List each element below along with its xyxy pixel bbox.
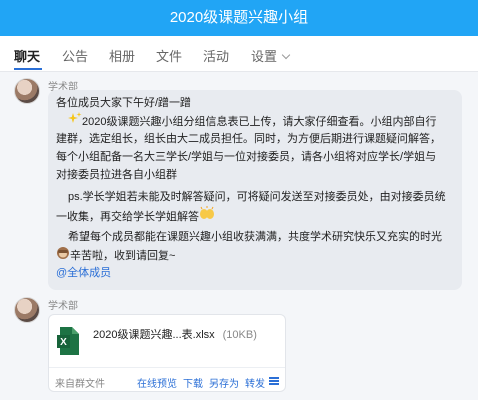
chevron-down-icon bbox=[281, 50, 291, 60]
message-line-with-icon: 2020级课题兴趣小组分组信息表已上传，请大家仔细查看。小组内部自行 bbox=[68, 112, 436, 131]
message-line: ps.学长学姐若未能及时解答疑问，可将疑问发送至对接委员处，由对接委员统 bbox=[68, 191, 446, 203]
tab-bar: 聊天 公告 相册 文件 活动 设置 bbox=[0, 36, 478, 72]
message-line: 2020级课题兴趣小组分组信息表已上传，请大家仔细查看。小组内部自行 bbox=[82, 116, 437, 128]
file-size: (10KB) bbox=[222, 329, 257, 341]
file-name-row: 2020级课题兴趣...表.xlsx (10KB) bbox=[93, 326, 257, 342]
mention-line: @全体成员 bbox=[56, 264, 111, 282]
raised-hands-icon bbox=[199, 206, 215, 226]
message-line: 建群，选定组长，组长由大二成员担任。同时，为方便后期进行课题疑问解答， bbox=[56, 133, 441, 145]
file-card[interactable]: X 2020级课题兴趣...表.xlsx (10KB) 来自群文件 在线预览 下载… bbox=[48, 314, 286, 392]
forward-button[interactable]: 转发 bbox=[245, 375, 265, 390]
message-line: 每个小组配备一名大三学长/学姐与一位对接委员，请各小组将对应学长/学姐与 bbox=[56, 151, 437, 163]
message-line: 希望每个成员都能在课题兴趣小组收获满满，共度学术研究快乐又充实的时光 bbox=[68, 231, 442, 243]
avatar[interactable] bbox=[14, 78, 40, 104]
sparkles-icon bbox=[68, 112, 82, 131]
tab-settings-label: 设置 bbox=[251, 49, 278, 64]
save-as-button[interactable]: 另存为 bbox=[209, 375, 239, 390]
tab-chat[interactable]: 聊天 bbox=[14, 46, 40, 65]
active-tab-indicator bbox=[14, 68, 42, 70]
see-no-evil-monkey-icon bbox=[56, 246, 70, 265]
download-button[interactable]: 下载 bbox=[183, 375, 203, 390]
excel-file-icon: X bbox=[57, 327, 79, 355]
mention-all-link[interactable]: @全体成员 bbox=[56, 267, 111, 279]
tab-announcement[interactable]: 公告 bbox=[62, 46, 88, 65]
message-line-with-icon: 辛苦啦，收到请回复~ bbox=[56, 246, 175, 265]
message-line-with-icon: 一收集，再交给学长学姐解答 bbox=[56, 206, 215, 226]
avatar[interactable] bbox=[14, 297, 40, 323]
tab-settings[interactable]: 设置 bbox=[251, 46, 291, 65]
message-line: 一收集，再交给学长学姐解答 bbox=[56, 211, 199, 223]
file-name[interactable]: 2020级课题兴趣...表.xlsx bbox=[93, 329, 215, 341]
message-line: 各位成员大家下午好/蹭一蹭 bbox=[56, 97, 192, 109]
file-source: 来自群文件 bbox=[55, 379, 105, 390]
menu-icon[interactable] bbox=[269, 377, 279, 385]
tab-files[interactable]: 文件 bbox=[156, 46, 182, 65]
tab-album[interactable]: 相册 bbox=[109, 46, 135, 65]
message-line: 辛苦啦，收到请回复~ bbox=[70, 250, 176, 262]
sender-name: 学术部 bbox=[48, 301, 78, 312]
message-line: 对接委员拉进各自小组群 bbox=[56, 169, 177, 181]
window-title: 2020级课题兴趣小组 bbox=[0, 0, 478, 36]
preview-online-button[interactable]: 在线预览 bbox=[137, 375, 177, 390]
divider bbox=[49, 367, 285, 368]
svg-text:X: X bbox=[60, 337, 67, 348]
tab-activity[interactable]: 活动 bbox=[203, 46, 229, 65]
